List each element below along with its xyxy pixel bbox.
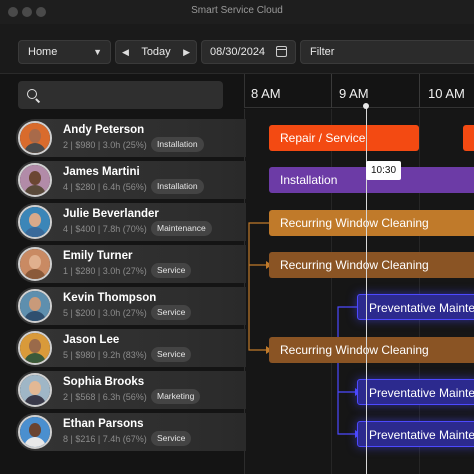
current-time-label: 10:30 [366,161,401,180]
appointment-bar[interactable]: Preventative Maintenance [357,379,474,405]
dependency-line [248,222,269,351]
appointment-bar[interactable]: Recurring Window Cleaning [269,210,474,236]
dependency-line [337,306,357,435]
current-time-dot[interactable] [363,103,369,109]
appointment-bar[interactable]: Repair / Service [269,125,419,151]
appointment-bar[interactable]: Recurring Window Cleaning [269,337,474,363]
appointment-bar[interactable]: Preventative Maintenance [357,294,474,320]
appointment-bar[interactable]: Preventative Maintenance [357,421,474,447]
appointment-bar[interactable]: Recurring Window Cleaning [269,252,474,278]
appointment-bar[interactable] [463,125,474,151]
